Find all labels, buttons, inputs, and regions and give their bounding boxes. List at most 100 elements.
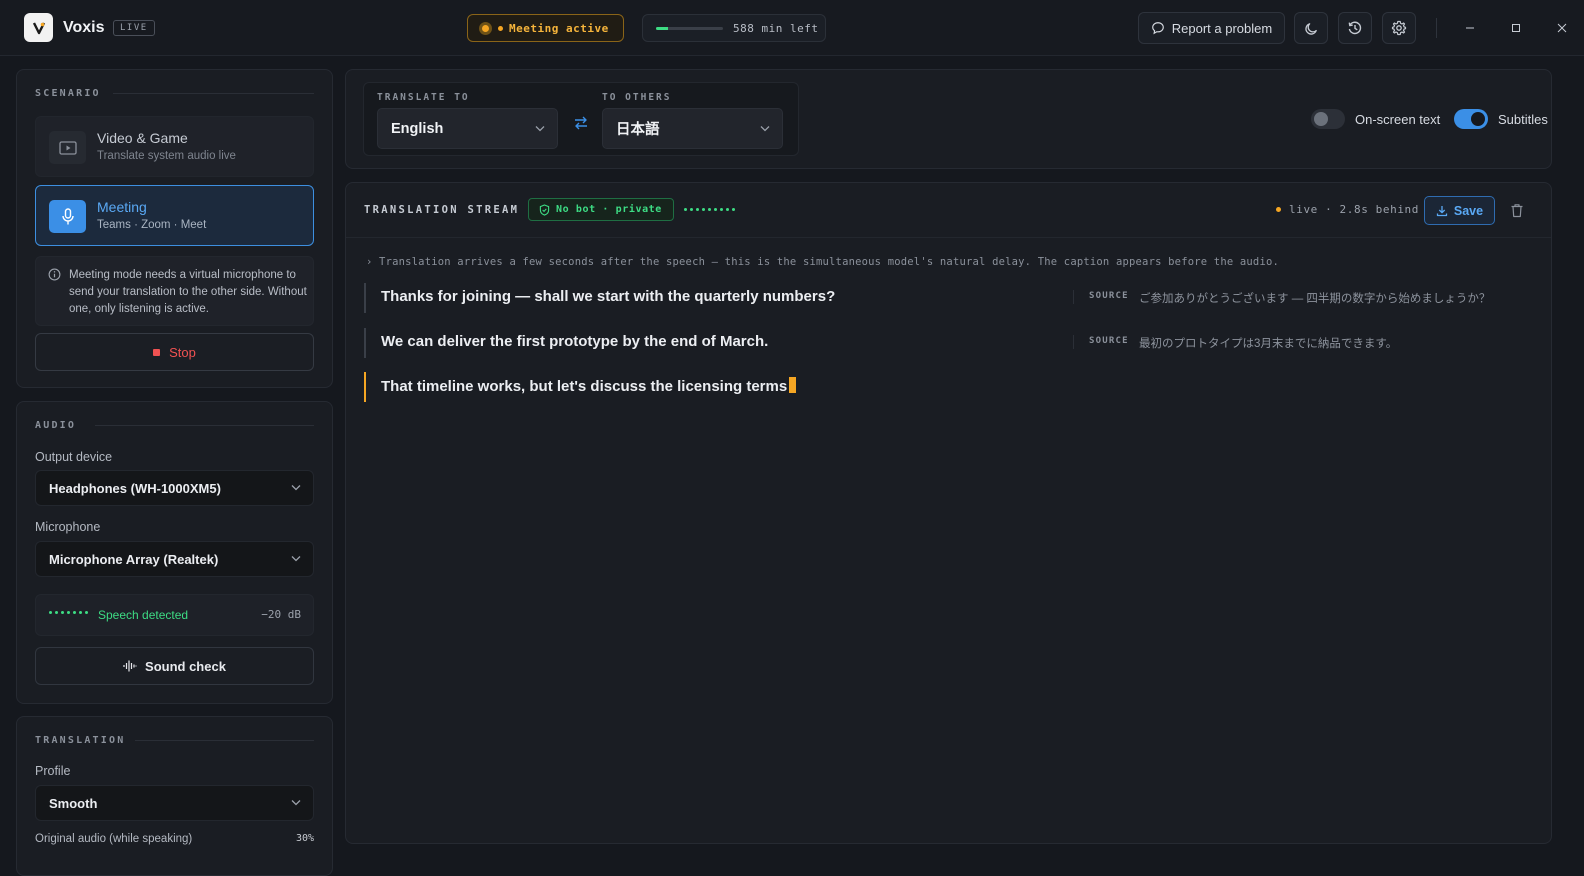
minimize-icon (1466, 27, 1474, 29)
original-audio-value: 30% (295, 833, 314, 844)
chevron-down-icon (291, 556, 301, 562)
clear-stream-button[interactable] (1510, 203, 1524, 223)
meeting-status-text: Meeting active (509, 21, 609, 35)
report-problem-button[interactable]: Report a problem (1138, 12, 1285, 44)
scenario-icon-box (49, 200, 86, 233)
stream-hint: › Translation arrives a few seconds afte… (366, 256, 1280, 268)
source-label: SOURCE (1089, 336, 1129, 346)
translation-panel: TRANSLATION Profile Smooth Original audi… (16, 716, 333, 876)
to-others-label: TO OTHERS (602, 92, 672, 103)
source-divider (1073, 335, 1074, 349)
stop-icon (153, 348, 161, 356)
microphone-select[interactable]: Microphone Array (Realtek) (35, 541, 314, 577)
section-divider (95, 425, 314, 426)
subtitles-toggle[interactable] (1454, 109, 1488, 129)
chevron-down-icon (291, 485, 301, 491)
scenario-card-video-game[interactable]: Video & Game Translate system audio live (35, 116, 314, 177)
status-dot (498, 25, 503, 31)
speech-detection-row: Speech detected −20 dB (35, 594, 314, 636)
speech-level-meter (49, 611, 88, 614)
caption-line-current: That timeline works, but let's discuss t… (364, 372, 797, 402)
translate-to-label: TRANSLATE TO (377, 92, 470, 103)
save-label: Save (1453, 203, 1484, 218)
original-audio-label: Original audio (while speaking) (35, 833, 193, 845)
profile-value: Smooth (49, 795, 98, 811)
play-icon (58, 140, 77, 155)
stream-title: TRANSLATION STREAM (364, 204, 520, 216)
output-device-label: Output device (35, 450, 113, 464)
caption-text: That timeline works, but let's discuss t… (381, 378, 788, 395)
maximize-icon (1512, 24, 1520, 32)
swap-icon (575, 116, 587, 130)
meeting-info-box: Meeting mode needs a virtual microphone … (35, 256, 314, 326)
gear-icon (1391, 20, 1407, 36)
title-bar: Voxis LIVE Meeting active 588 min left R… (0, 0, 1584, 56)
minutes-progress-bar (656, 26, 723, 30)
caption-line: Thanks for joining — shall we start with… (364, 283, 835, 313)
scenario-title: SCENARIO (35, 88, 101, 99)
settings-button[interactable] (1382, 12, 1416, 44)
save-button[interactable]: Save (1424, 196, 1495, 225)
scenario-card-meeting[interactable]: Meeting Teams · Zoom · Meet (35, 185, 314, 246)
minutes-left-pill: 588 min left (642, 14, 826, 42)
titlebar-separator (1436, 18, 1437, 38)
stop-label: Stop (169, 344, 196, 360)
audio-panel: AUDIO Output device Headphones (WH-1000X… (16, 401, 333, 704)
output-device-select[interactable]: Headphones (WH-1000XM5) (35, 470, 314, 506)
maximize-button[interactable] (1506, 18, 1526, 38)
translate-to-value: English (391, 120, 444, 137)
translate-config-panel: TRANSLATE TO English TO OTHERS 日本語 On-sc… (345, 69, 1552, 169)
chat-bubble-icon (1151, 22, 1164, 35)
caption-text-current: That timeline works, but let's discuss t… (381, 377, 797, 395)
stop-button[interactable]: Stop (35, 333, 314, 371)
minutes-left-text: 588 min left (733, 21, 819, 35)
theme-toggle-button[interactable] (1294, 12, 1328, 44)
audio-title: AUDIO (35, 420, 77, 431)
scenario-card-subtitle: Translate system audio live (97, 150, 236, 162)
scenario-card-title: Video & Game (97, 130, 188, 146)
swap-languages-button[interactable] (573, 116, 589, 135)
chevron-down-icon (291, 800, 301, 806)
minimize-button[interactable] (1460, 18, 1480, 38)
private-badge: No bot · private (528, 198, 674, 221)
stream-header: TRANSLATION STREAM No bot · private live… (346, 183, 1551, 238)
microphone-label: Microphone (35, 520, 101, 534)
speech-status: Speech detected (98, 608, 189, 622)
section-divider (113, 93, 314, 94)
translate-to-select[interactable]: English (377, 108, 558, 149)
meeting-status-pill: Meeting active (467, 14, 624, 42)
caption-text: Thanks for joining — shall we start with… (381, 288, 836, 305)
sound-check-button[interactable]: Sound check (35, 647, 314, 685)
section-divider (135, 740, 314, 741)
caption-line: We can deliver the first prototype by th… (364, 328, 768, 358)
translation-stream-panel: TRANSLATION STREAM No bot · private live… (345, 182, 1552, 844)
app-logo (24, 13, 53, 42)
typing-cursor (789, 377, 797, 393)
to-others-value: 日本語 (616, 122, 660, 138)
to-others-select[interactable]: 日本語 (602, 108, 783, 149)
speech-level: −20 dB (261, 608, 301, 621)
chevron-down-icon (760, 126, 770, 132)
scenario-panel: SCENARIO Video & Game Translate system a… (16, 69, 333, 388)
source-text: 最初のプロトタイプは3月末までに納品できます。 (1139, 338, 1398, 350)
source-text: ご参加ありがとうございます — 四半期の数字から始めましょうか？ (1139, 293, 1491, 305)
info-icon (48, 268, 61, 281)
profile-select[interactable]: Smooth (35, 785, 314, 821)
pulse-icon (479, 21, 492, 35)
original-audio-row: Original audio (while speaking) 30% (35, 833, 314, 845)
app-name: Voxis (63, 19, 105, 36)
chevron-down-icon (535, 126, 545, 132)
history-icon (1348, 21, 1362, 35)
scenario-card-title: Meeting (97, 199, 147, 215)
history-button[interactable] (1338, 12, 1372, 44)
download-icon (1436, 205, 1448, 216)
stream-activity-indicator (684, 208, 735, 211)
sound-check-label: Sound check (145, 658, 226, 674)
output-device-value: Headphones (WH-1000XM5) (49, 480, 221, 496)
onscreen-text-toggle[interactable] (1311, 109, 1345, 129)
live-status: live · 2.8s behind (1276, 203, 1419, 216)
waveform-icon (123, 660, 137, 672)
close-button[interactable] (1552, 18, 1572, 38)
profile-label: Profile (35, 764, 71, 778)
microphone-value: Microphone Array (Realtek) (49, 551, 219, 567)
